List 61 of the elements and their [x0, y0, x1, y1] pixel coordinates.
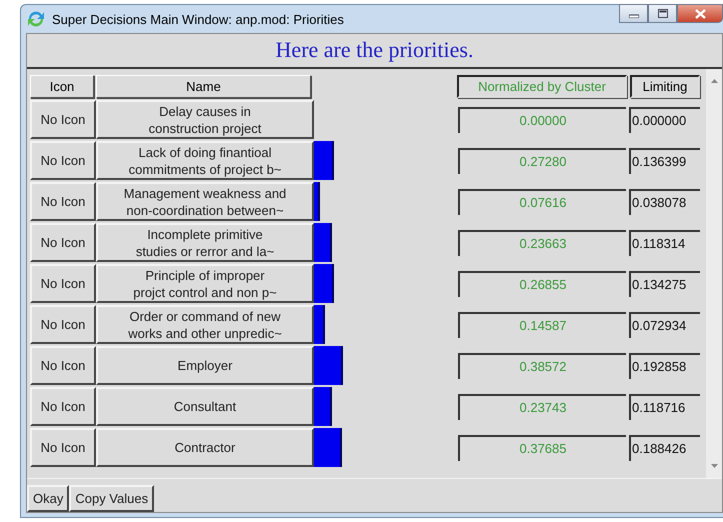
value-field: 0.37685 [458, 434, 626, 460]
priority-bar [314, 346, 343, 385]
value-field: 0.07616 [458, 188, 626, 214]
priority-bar [314, 305, 325, 344]
value-field: 0.134275 [629, 270, 700, 296]
value-field: 0.136399 [629, 148, 700, 174]
value-field: 0.038078 [629, 188, 700, 214]
icon-button[interactable]: No Icon [30, 141, 96, 180]
name-button[interactable]: Consultant [96, 387, 314, 426]
value-field: 0.118716 [629, 394, 700, 420]
icon-button[interactable]: No Icon [30, 182, 96, 221]
scroll-up-icon[interactable] [710, 79, 718, 83]
value-field: 0.23743 [458, 394, 626, 420]
icon-button[interactable]: No Icon [30, 264, 96, 303]
icon-button[interactable]: No Icon [30, 305, 96, 344]
name-button[interactable]: Management weakness and non-coordination between~ [96, 182, 314, 221]
value-field: 0.23663 [458, 230, 626, 256]
value-field: 0.38572 [458, 352, 626, 378]
value-field: 0.192858 [629, 352, 700, 378]
column-header: Name [96, 75, 311, 98]
scroll-down-icon[interactable] [710, 464, 718, 468]
name-button[interactable]: Delay causes in construction project [96, 100, 314, 139]
name-button[interactable]: Order or command of new works and other unpredic~ [96, 305, 314, 344]
value-field: 0.118314 [629, 230, 700, 256]
value-field: 0.072934 [629, 312, 700, 338]
column-header: Limiting [630, 75, 700, 98]
value-field: 0.26855 [458, 270, 626, 296]
maximize-button[interactable] [648, 4, 677, 23]
name-button[interactable]: Employer [96, 346, 314, 385]
name-button[interactable]: Principle of improper projct control and non p~ [96, 264, 314, 303]
icon-button[interactable]: No Icon [30, 428, 96, 467]
priority-bar [314, 264, 334, 303]
priority-bar [314, 387, 332, 426]
priority-bar [314, 141, 334, 180]
column-header: Normalized by Cluster [457, 75, 627, 98]
app-icon [26, 9, 46, 29]
icon-button[interactable]: No Icon [30, 387, 96, 426]
priority-bar [314, 223, 332, 262]
value-field: 0.188426 [629, 434, 700, 460]
value-field: 0.00000 [458, 106, 626, 132]
column-header: Icon [30, 75, 94, 98]
close-button[interactable] [677, 4, 723, 23]
name-button[interactable]: Incomplete primitive studies or rerror and la~ [96, 223, 314, 262]
icon-button[interactable]: No Icon [30, 346, 96, 385]
value-field: 0.14587 [458, 312, 626, 338]
window-title: Super Decisions Main Window: anp.mod: Priorities [52, 12, 344, 26]
dialog-button[interactable]: Okay [27, 485, 70, 512]
name-button[interactable]: Contractor [96, 428, 314, 467]
name-button[interactable]: Lack of doing finantioal commitments of project b~ [96, 141, 314, 180]
icon-button[interactable]: No Icon [30, 100, 96, 139]
priority-bar [314, 428, 342, 467]
icon-button[interactable]: No Icon [30, 223, 96, 262]
heading-text: Here are the priorities. [27, 34, 722, 69]
value-field: 0.000000 [629, 106, 700, 132]
scrollbar[interactable] [706, 69, 722, 478]
value-field: 0.27280 [458, 148, 626, 174]
minimize-button[interactable] [619, 4, 648, 23]
dialog-button[interactable]: Copy Values [69, 485, 154, 512]
priority-bar [314, 182, 320, 221]
maximize-icon [658, 9, 668, 18]
close-icon [694, 8, 706, 18]
